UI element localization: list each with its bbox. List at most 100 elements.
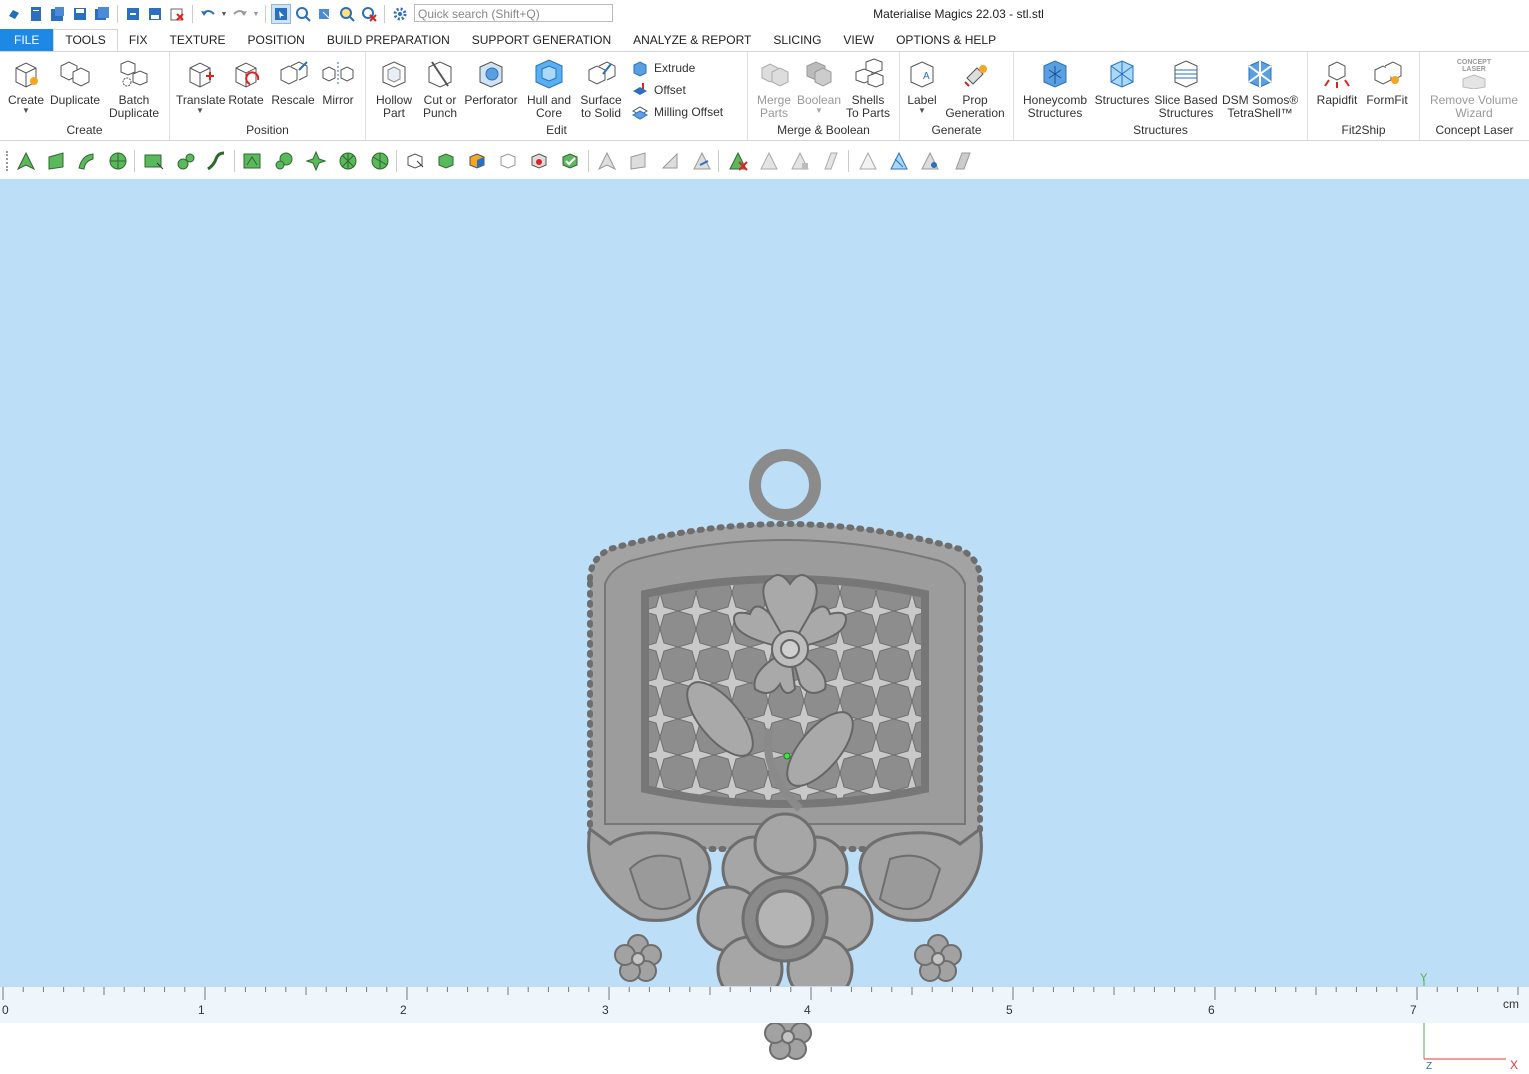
remove-volume-wizard-button[interactable]: CONCEPT LASER Remove Volume Wizard [1424,56,1524,120]
tab-texture[interactable]: TEXTURE [158,29,236,51]
part-select-check-icon[interactable] [558,149,582,173]
formfit-button[interactable]: FormFit [1364,56,1410,107]
group-label-position: Position [246,123,289,137]
structures-button[interactable]: Structures [1094,56,1150,107]
selection-toolbar [0,143,1529,179]
part-select-icon[interactable] [403,149,427,173]
hollow-part-button[interactable]: Hollow Part [372,56,416,120]
unmark-all-icon[interactable] [726,149,750,173]
mark-contour-icon[interactable] [174,149,198,173]
ribbon-panel: Create ▼ Duplicate Batch Duplicate Create… [0,51,1529,141]
show-marked-icon[interactable] [887,149,911,173]
label-button[interactable]: A Label ▼ [904,56,940,115]
tab-slicing[interactable]: SLICING [762,29,832,51]
tab-view[interactable]: VIEW [832,29,885,51]
prop-generation-icon [958,56,992,92]
part-select-green-icon[interactable] [434,149,458,173]
cut-or-punch-icon [423,56,457,92]
dsm-somos-tetrashell-button[interactable]: DSM Somos® TetraShell™ [1222,56,1298,120]
rescale-button[interactable]: Rescale [270,56,316,107]
unmark-triangle-icon[interactable] [595,149,619,173]
pendant-3d-model[interactable] [570,449,1000,1069]
mirror-icon [321,56,355,92]
batch-duplicate-icon [117,56,151,92]
part-select-red-icon[interactable] [527,149,551,173]
prop-generation-button[interactable]: Prop Generation [944,56,1006,120]
group-generate: A Label ▼ Prop Generation Generate [900,52,1014,140]
mark-flat-icon[interactable] [272,149,296,173]
ruler-label-4: 4 [804,1003,811,1017]
slice-based-structures-button[interactable]: Slice Based Structures [1154,56,1218,120]
shrink-marking-icon[interactable] [819,149,843,173]
unmark-blue-icon[interactable] [690,149,714,173]
mark-triangle-icon[interactable] [14,149,38,173]
formfit-icon [1370,56,1404,92]
milling-offset-button[interactable]: Milling Offset [631,103,723,121]
batch-duplicate-button[interactable]: Batch Duplicate [106,56,162,120]
unmark-plane-icon[interactable] [626,149,650,173]
tab-analyze-report[interactable]: ANALYZE & REPORT [622,29,762,51]
part-select-wire-icon[interactable] [496,149,520,173]
mark-shell-icon[interactable] [106,149,130,173]
surface-to-solid-icon [584,56,618,92]
mark-curve-icon[interactable] [204,149,228,173]
cut-or-punch-button[interactable]: Cut or Punch [418,56,462,120]
3d-viewport[interactable]: Y X Z [0,179,1529,1072]
tab-file[interactable]: FILE [0,29,54,51]
toolbar-grip[interactable] [6,151,10,171]
ruler-label-5: 5 [1006,1003,1013,1017]
label-icon: A [905,56,939,92]
title-bar: ▼ ▼ Quick search (Shift+Q) Materialise M… [0,0,1529,28]
hollow-part-icon [377,56,411,92]
mark-plane-icon[interactable] [44,149,68,173]
unmark-surface-icon[interactable] [658,149,682,173]
tab-support-generation[interactable]: SUPPORT GENERATION [461,29,622,51]
surface-to-solid-button[interactable]: Surface to Solid [576,56,626,120]
structures-icon [1105,56,1139,92]
translate-button[interactable]: Translate ▼ [176,56,226,115]
mark-sphere-icon[interactable] [336,149,360,173]
create-icon [9,56,43,92]
view-marked-icon[interactable] [918,149,942,173]
honeycomb-structures-button[interactable]: Honeycomb Structures [1022,56,1088,120]
mark-surface-icon[interactable] [74,149,98,173]
group-create: Create ▼ Duplicate Batch Duplicate Create [0,52,170,140]
group-fit2ship: Rapidfit FormFit Fit2Ship [1308,52,1420,140]
mirror-button[interactable]: Mirror [318,56,358,107]
rapidfit-button[interactable]: Rapidfit [1314,56,1360,107]
mark-connected-icon[interactable] [304,149,328,173]
hide-marked-icon[interactable] [856,149,880,173]
mark-region-icon[interactable] [240,149,264,173]
extrude-button[interactable]: Extrude [631,59,695,77]
ruler-label-7: 7 [1410,1003,1417,1017]
hull-and-core-button[interactable]: Hull and Core [522,56,576,120]
delete-marked-icon[interactable] [950,149,974,173]
offset-icon [633,83,647,95]
mark-ring-icon[interactable] [368,149,392,173]
group-label-create: Create [66,123,103,137]
tab-build-preparation[interactable]: BUILD PREPARATION [316,29,461,51]
tab-fix[interactable]: FIX [118,29,159,51]
perforator-button[interactable]: Perforator [464,56,518,107]
shells-to-parts-button[interactable]: Shells To Parts [846,56,890,120]
tab-options-help[interactable]: OPTIONS & HELP [885,29,1007,51]
group-label-fit2ship: Fit2Ship [1341,123,1386,137]
expand-marking-icon[interactable] [788,149,812,173]
rotate-button[interactable]: Rotate [226,56,266,107]
ribbon-tabs: FILE TOOLS FIX TEXTURE POSITION BUILD PR… [0,29,1529,51]
tab-tools[interactable]: TOOLS [53,29,118,51]
boolean-button[interactable]: Boolean ▼ [796,56,842,115]
mark-window-icon[interactable] [142,149,166,173]
create-button[interactable]: Create ▼ [6,56,46,115]
part-select-color-icon[interactable] [465,149,489,173]
invert-marking-icon[interactable] [757,149,781,173]
tab-position[interactable]: POSITION [237,29,316,51]
group-edit: Hollow Part Cut or Punch Perforator Hull… [366,52,748,140]
merge-parts-button[interactable]: Merge Parts [754,56,794,120]
concept-laser-logo: CONCEPT LASER [1454,56,1494,92]
ruler-label-0: 0 [2,1003,9,1017]
group-label-structures: Structures [1133,123,1188,137]
duplicate-icon [58,56,92,92]
duplicate-button[interactable]: Duplicate [48,56,102,107]
offset-button[interactable]: Offset [631,81,686,99]
